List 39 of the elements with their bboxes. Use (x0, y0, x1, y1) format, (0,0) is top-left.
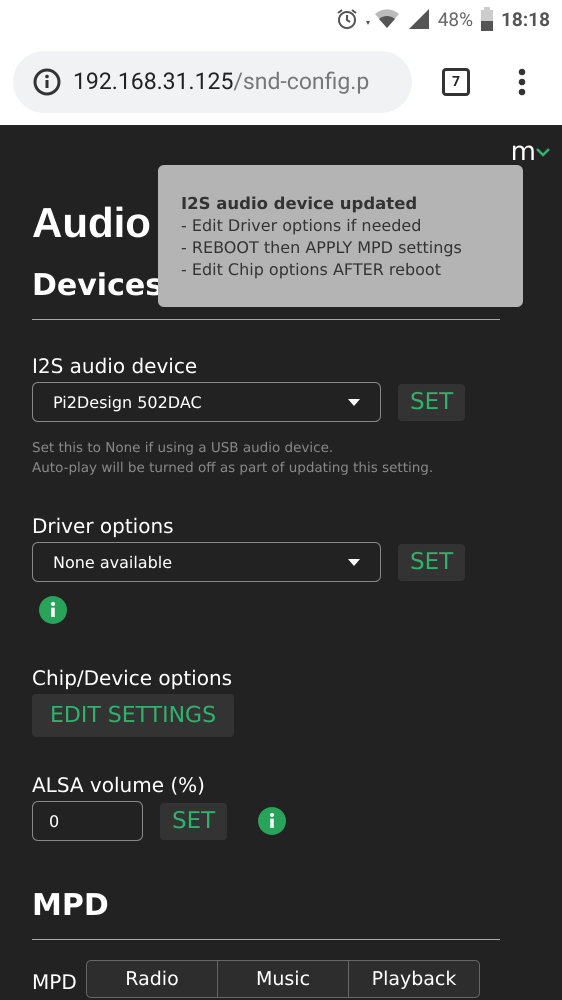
field-label: MPD (32, 970, 77, 994)
set-button[interactable]: SET (160, 802, 228, 840)
toast-line: - REBOOT then APPLY MPD settings (181, 237, 463, 259)
info-icon (33, 68, 61, 96)
set-button[interactable]: SET (398, 384, 466, 420)
field-label: Chip/Device options (32, 665, 232, 692)
edit-settings-button[interactable]: EDIT SETTINGS (32, 694, 234, 737)
toast-line: - Edit Chip options AFTER reboot (181, 259, 442, 281)
caret-icon (348, 398, 360, 406)
battery-icon (481, 7, 494, 31)
info-icon[interactable] (39, 596, 67, 624)
nav-tab[interactable]: Playback (348, 961, 479, 997)
address-field[interactable]: 192.168.31.125/snd-config.p (13, 50, 412, 112)
caret-icon (348, 558, 360, 566)
nav-tab[interactable]: Radio (87, 961, 217, 997)
toast-title: I2S audio device updated (181, 193, 418, 215)
logo[interactable]: m (510, 139, 550, 165)
toast-line: - Edit Driver options if needed (181, 215, 422, 237)
set-button[interactable]: SET (398, 544, 466, 580)
page-title: Audio (32, 198, 151, 248)
signal-icon (408, 8, 430, 30)
tab-count-button[interactable]: 7 (442, 68, 470, 96)
section-heading: Devices (32, 267, 164, 305)
field-label: I2S audio device (32, 353, 198, 380)
dropdown[interactable]: Pi2Design 502DAC (32, 382, 381, 422)
wifi-icon (366, 9, 400, 29)
info-icon[interactable] (258, 807, 286, 835)
clock-time: 18:18 (501, 8, 550, 30)
menu-icon[interactable] (518, 68, 526, 96)
field-label: ALSA volume (%) (32, 772, 205, 799)
chevron-icon (536, 147, 550, 157)
battery-percent: 48% (438, 8, 474, 30)
help-text: Set this to None if using a USB audio device. Auto-play will be turned off as part of updating this setting. (32, 439, 434, 478)
alarm-icon (336, 8, 358, 30)
field-label: Driver options (32, 513, 174, 540)
dropdown[interactable]: None available (32, 542, 381, 582)
nav-tab[interactable]: Music (217, 961, 348, 997)
input-field[interactable]: 0 (32, 801, 143, 841)
section-heading: MPD (32, 887, 109, 925)
